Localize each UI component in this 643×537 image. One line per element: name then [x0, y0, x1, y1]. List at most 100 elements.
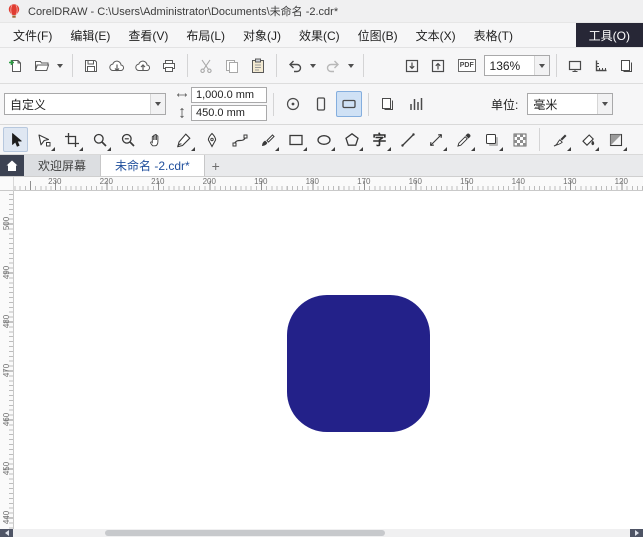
copy-button[interactable]: [220, 53, 244, 79]
ruler-origin[interactable]: [0, 177, 14, 191]
landscape-icon: [341, 96, 357, 112]
page-width-field[interactable]: [191, 87, 267, 103]
all-pages-button[interactable]: [375, 91, 401, 117]
show-grid-button[interactable]: [615, 53, 639, 79]
open-dropdown-caret[interactable]: [57, 63, 63, 68]
scrollbar-track[interactable]: [13, 529, 630, 537]
export-button[interactable]: [426, 53, 450, 79]
separator: [368, 92, 369, 116]
fill-tool[interactable]: [575, 127, 600, 152]
ruler-number: 500: [2, 216, 12, 231]
open-from-cloud-button[interactable]: [105, 53, 129, 79]
pages-icon: [380, 96, 396, 112]
scrollbar-thumb[interactable]: [105, 530, 385, 536]
interactive-fill-tool[interactable]: [603, 127, 628, 152]
menu-item-bitmaps[interactable]: 位图(B): [349, 23, 407, 47]
dimension-tool[interactable]: [423, 127, 448, 152]
drawing-canvas[interactable]: [14, 191, 643, 529]
menu-item-effects[interactable]: 效果(C): [290, 23, 349, 47]
menu-item-view[interactable]: 查看(V): [119, 23, 177, 47]
artistic-media-tool[interactable]: [255, 127, 280, 152]
print-button[interactable]: [157, 53, 181, 79]
cloud-download-icon: [109, 58, 125, 74]
pick-tool[interactable]: [3, 127, 28, 152]
freehand-tool[interactable]: [171, 127, 196, 152]
save-button[interactable]: [79, 53, 103, 79]
menu-item-file[interactable]: 文件(F): [4, 23, 61, 47]
ruler-number: 170: [357, 177, 371, 186]
zoom-tool[interactable]: [87, 127, 112, 152]
units-combobox[interactable]: 毫米: [527, 93, 614, 115]
open-folder-icon: [34, 58, 50, 74]
redo-dropdown-caret[interactable]: [348, 63, 354, 68]
menu-item-object[interactable]: 对象(J): [234, 23, 290, 47]
polygon-tool[interactable]: [339, 127, 364, 152]
fit-page-button[interactable]: [280, 91, 306, 117]
current-page-button[interactable]: [403, 91, 429, 117]
color-eyedropper-tool[interactable]: [451, 127, 476, 152]
crop-tool[interactable]: [59, 127, 84, 152]
menu-item-layout[interactable]: 布局(L): [177, 23, 234, 47]
tab-welcome-screen[interactable]: 欢迎屏幕: [24, 155, 102, 176]
undo-icon: [287, 58, 303, 74]
page-size-preset-combobox[interactable]: 自定义: [4, 93, 166, 115]
ruler-number: 140: [511, 177, 525, 186]
page-height-field[interactable]: [191, 105, 267, 121]
tab-untitled-document[interactable]: 未命名 -2.cdr*: [101, 155, 205, 176]
portrait-orientation-button[interactable]: [308, 91, 334, 117]
zoom-level-combobox[interactable]: 136%: [483, 55, 551, 76]
undo-dropdown-caret[interactable]: [310, 63, 316, 68]
ruler-number: 160: [408, 177, 422, 186]
pen-tool[interactable]: [199, 127, 224, 152]
scroll-right-button[interactable]: [630, 529, 643, 537]
drop-shadow-tool[interactable]: [479, 127, 504, 152]
scroll-left-button[interactable]: [0, 529, 13, 537]
text-tool-icon: 字: [372, 131, 387, 148]
new-document-button[interactable]: [4, 53, 28, 79]
vertical-ruler[interactable]: 500 490 480 470 460 450 440: [0, 191, 14, 529]
units-dropdown[interactable]: [597, 94, 613, 114]
new-tab-button[interactable]: +: [205, 155, 227, 176]
menu-item-table[interactable]: 表格(T): [465, 23, 522, 47]
show-rulers-button[interactable]: [589, 53, 613, 79]
rounded-square-shape[interactable]: [287, 295, 430, 432]
bar-chart-icon: [408, 96, 424, 112]
rectangle-icon: [288, 132, 304, 148]
zoom-level-dropdown[interactable]: [534, 56, 550, 75]
menu-item-text[interactable]: 文本(X): [407, 23, 465, 47]
two-point-line-tool[interactable]: [395, 127, 420, 152]
pan-tool[interactable]: [143, 127, 168, 152]
save-to-cloud-button[interactable]: [131, 53, 155, 79]
ellipse-tool[interactable]: [311, 127, 336, 152]
horizontal-ruler[interactable]: 230 220 210 200 190 180 170 160 150 140 130 120: [0, 177, 643, 191]
paste-button[interactable]: [246, 53, 270, 79]
ruler-number: 130: [563, 177, 577, 186]
separator: [556, 54, 558, 77]
zoom-out-tool[interactable]: [115, 127, 140, 152]
open-button[interactable]: [30, 53, 54, 79]
horizontal-scrollbar[interactable]: [0, 529, 643, 537]
rectangle-tool[interactable]: [283, 127, 308, 152]
landscape-orientation-button[interactable]: [336, 91, 362, 117]
copy-icon: [224, 58, 240, 74]
fullscreen-preview-button[interactable]: [563, 53, 587, 79]
bezier-tool[interactable]: [227, 127, 252, 152]
publish-to-pdf-button[interactable]: PDF: [452, 53, 482, 79]
cut-button[interactable]: [194, 53, 218, 79]
separator: [539, 128, 540, 151]
undo-button[interactable]: [283, 53, 307, 79]
transparency-tool[interactable]: [507, 127, 532, 152]
menu-item-edit[interactable]: 编辑(E): [61, 23, 119, 47]
shape-tool[interactable]: [31, 127, 56, 152]
menu-bar: 文件(F) 编辑(E) 查看(V) 布局(L) 对象(J) 效果(C) 位图(B…: [0, 23, 643, 47]
ruler-number: 120: [614, 177, 628, 186]
page-size-preset-dropdown[interactable]: [150, 94, 165, 114]
menu-item-tools[interactable]: 工具(O): [575, 23, 643, 47]
units-value: 毫米: [533, 97, 558, 112]
outline-pen-tool[interactable]: [547, 127, 572, 152]
text-tool[interactable]: 字: [367, 127, 392, 152]
import-button[interactable]: [400, 53, 424, 79]
redo-button[interactable]: [321, 53, 345, 79]
title-bar: CorelDRAW - C:\Users\Administrator\Docum…: [0, 0, 643, 23]
home-button[interactable]: [0, 155, 24, 176]
